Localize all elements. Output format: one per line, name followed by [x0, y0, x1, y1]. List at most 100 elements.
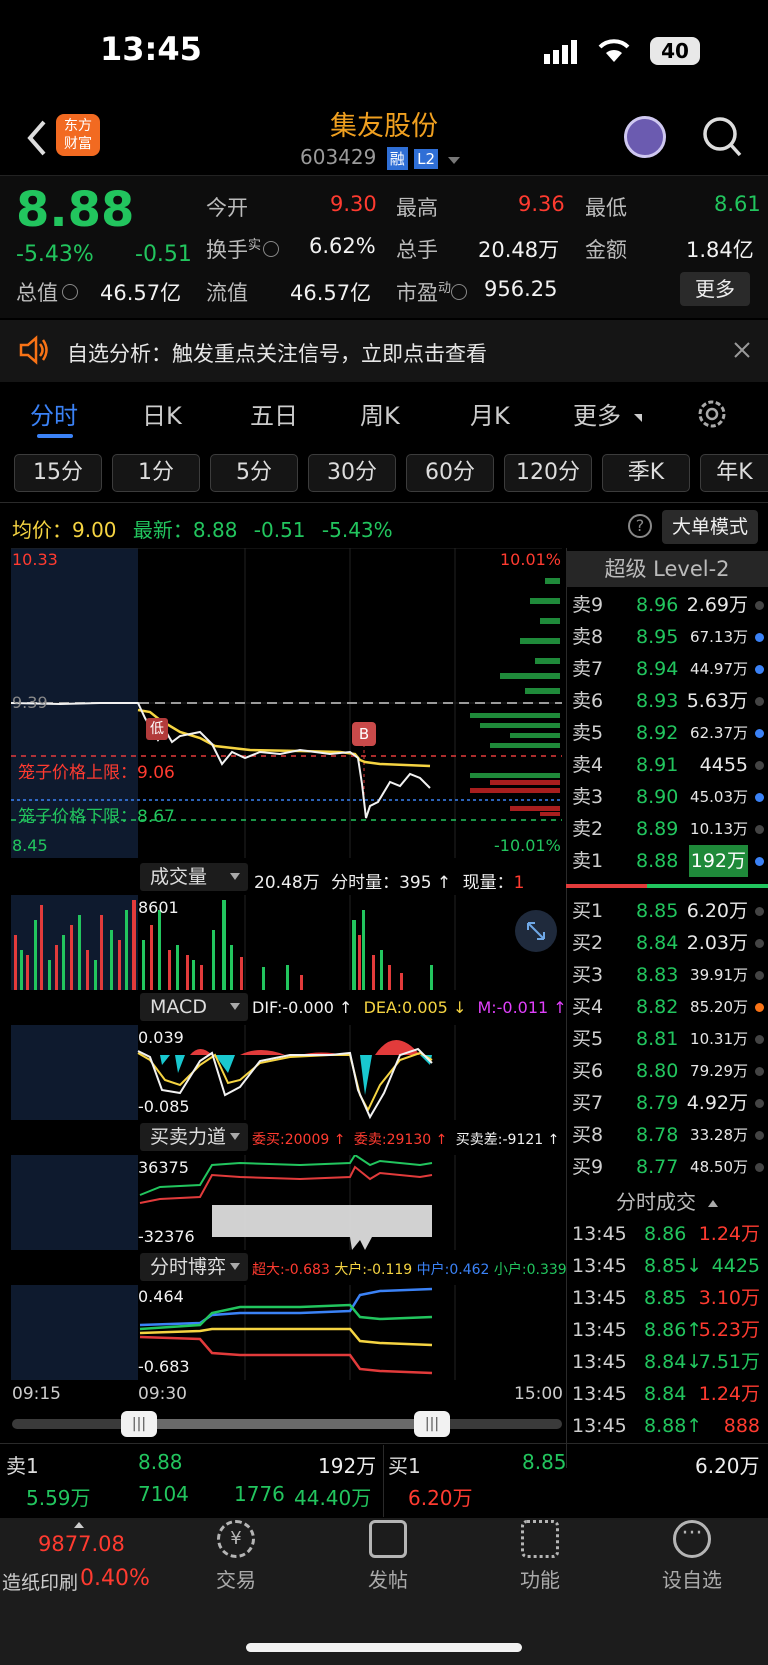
chevron-down-icon [230, 1263, 240, 1270]
period-120m[interactable]: 120分 [504, 454, 592, 492]
ask-row[interactable]: 卖8 8.95 67.13万 [566, 621, 768, 653]
ask-row[interactable]: 卖3 8.90 45.03万 [566, 781, 768, 813]
tab-week-k[interactable]: 周K [360, 396, 400, 431]
bid-level: 买3 [572, 964, 604, 986]
search-icon[interactable] [702, 116, 742, 158]
tab-more[interactable]: 更多 [573, 396, 621, 431]
info-icon[interactable] [451, 284, 468, 300]
order-dot-icon [755, 939, 764, 948]
bid-row[interactable]: 买5 8.81 10.31万 [566, 1023, 768, 1055]
game-top: 0.464 [138, 1287, 184, 1306]
range-handle-left[interactable]: ||| [121, 1411, 157, 1437]
ask-price: 8.96 [636, 594, 679, 616]
bid-price: 8.82 [636, 996, 679, 1018]
bid-row[interactable]: 买2 8.84 2.03万 [566, 927, 768, 959]
bid-row[interactable]: 买1 8.85 6.20万 [566, 895, 768, 927]
bid-row[interactable]: 买3 8.83 39.91万 [566, 959, 768, 991]
open-label: 今开 [206, 196, 248, 220]
float-label: 流值 [206, 281, 248, 305]
ask-row[interactable]: 卖2 8.89 10.13万 [566, 813, 768, 845]
bid-volume: 10.31万 [690, 1030, 748, 1048]
ask-row[interactable]: 卖4 8.91 4455 [566, 749, 768, 781]
close-icon[interactable] [732, 340, 752, 360]
total-vol-value: 20.48万 [478, 238, 560, 262]
ask-row[interactable]: 卖7 8.94 44.97万 [566, 653, 768, 685]
macd-indicator-select[interactable]: MACD [140, 993, 248, 1021]
expand-icon[interactable] [515, 910, 557, 952]
trade-row: 13:45 8.85 3.10万 [566, 1282, 768, 1314]
bid-volume: 85.20万 [690, 998, 748, 1016]
ask-row[interactable]: 卖6 8.93 5.63万 [566, 685, 768, 717]
game-small: 小户:0.339 [493, 1262, 567, 1278]
bid-row[interactable]: 买6 8.80 79.29万 [566, 1055, 768, 1087]
trades-title[interactable]: 分时成交 [566, 1186, 768, 1214]
bid-row[interactable]: 买9 8.77 48.50万 [566, 1151, 768, 1183]
force-indicator-select[interactable]: 买卖力道 [140, 1123, 248, 1151]
tab-five-day[interactable]: 五日 [250, 396, 298, 431]
nav-trade[interactable]: ¥ 交易 [166, 1520, 306, 1593]
big-order-mode-button[interactable]: 大单模式 [662, 510, 758, 544]
volume-indicator-select[interactable]: 成交量 [140, 863, 248, 891]
game-indicator-select[interactable]: 分时博弈 [140, 1253, 248, 1281]
chart-high-pct: 10.01% [500, 550, 562, 569]
avg-label: 均价： [12, 518, 72, 542]
buy-point-badge[interactable]: B [352, 722, 376, 746]
bottom-buy1-label: 买1 [388, 1454, 421, 1478]
sector-index-name: 造纸印刷 [2, 1572, 79, 1594]
bid-volume: 79.29万 [690, 1062, 748, 1080]
bid-level: 买2 [572, 932, 604, 954]
nav-functions[interactable]: 功能 [470, 1520, 610, 1593]
period-season-k[interactable]: 季K [602, 454, 690, 492]
trade-time: 13:45 [572, 1351, 627, 1373]
ask-row[interactable]: 卖1 8.88 192万 [566, 845, 768, 877]
ask-row[interactable]: 卖9 8.96 2.69万 [566, 589, 768, 621]
bid-row[interactable]: 买4 8.82 85.20万 [566, 991, 768, 1023]
bid-price: 8.80 [636, 1060, 679, 1082]
trade-volume: 888 [723, 1415, 760, 1437]
tab-month-k[interactable]: 月K [470, 396, 510, 431]
chart-low-pct: -10.01% [494, 836, 561, 855]
period-5m[interactable]: 5分 [210, 454, 298, 492]
info-icon[interactable] [263, 241, 280, 257]
game-bottom: -0.683 [138, 1357, 190, 1376]
bid-price: 8.84 [636, 932, 679, 954]
period-30m[interactable]: 30分 [308, 454, 396, 492]
period-1m[interactable]: 1分 [112, 454, 200, 492]
force-chart [0, 1153, 566, 1250]
tab-day-k[interactable]: 日K [142, 396, 182, 431]
trade-price: 8.84 [644, 1383, 687, 1405]
gear-icon[interactable] [696, 398, 728, 430]
order-dot-icon [755, 665, 764, 674]
bid-volume: 6.20万 [686, 900, 748, 922]
period-15m[interactable]: 15分 [14, 454, 102, 492]
trade-time: 13:45 [572, 1223, 627, 1245]
order-dot-icon [755, 601, 764, 610]
float-value: 46.57亿 [290, 281, 372, 305]
level2-title[interactable]: 超级 Level-2 [566, 551, 768, 587]
info-icon[interactable] [62, 284, 78, 300]
more-button[interactable]: 更多 [680, 272, 750, 306]
nav-post[interactable]: 发帖 [318, 1520, 458, 1593]
stock-code-row[interactable]: 603429 融 L2 [300, 145, 490, 175]
chart-low-price: 8.45 [12, 836, 48, 855]
trade-price: 8.86 [644, 1223, 687, 1245]
force-diff: 买卖差:-9121 ↑ [455, 1132, 560, 1148]
bid-row[interactable]: 买8 8.78 33.28万 [566, 1119, 768, 1151]
volume-stats: 20.48万 分时量：395 ↑ 现量：1 [254, 868, 524, 893]
tab-fenshi[interactable]: 分时 [30, 396, 78, 431]
help-icon[interactable]: ? [628, 514, 652, 538]
ask-row[interactable]: 卖5 8.92 62.37万 [566, 717, 768, 749]
period-60m[interactable]: 60分 [406, 454, 494, 492]
open-value: 9.30 [330, 192, 377, 216]
ask-level: 卖9 [572, 594, 604, 616]
game-mid: 中户:0.462 [416, 1262, 490, 1278]
sector-index[interactable]: 9877.08 造纸印刷 0.40% [0, 1518, 160, 1618]
period-year-k[interactable]: 年K [700, 454, 768, 492]
bid-row[interactable]: 买7 8.79 4.92万 [566, 1087, 768, 1119]
robot-icon[interactable] [624, 116, 666, 158]
force-stats: 委买:20009 ↑ 委卖:29130 ↑ 买卖差:-9121 ↑ [252, 1129, 559, 1149]
nav-add-watchlist[interactable]: ··· 设自选 [622, 1520, 762, 1593]
ask-volume: 4455 [699, 754, 748, 776]
range-handle-right[interactable]: ||| [414, 1411, 450, 1437]
ask-level: 卖6 [572, 690, 604, 712]
